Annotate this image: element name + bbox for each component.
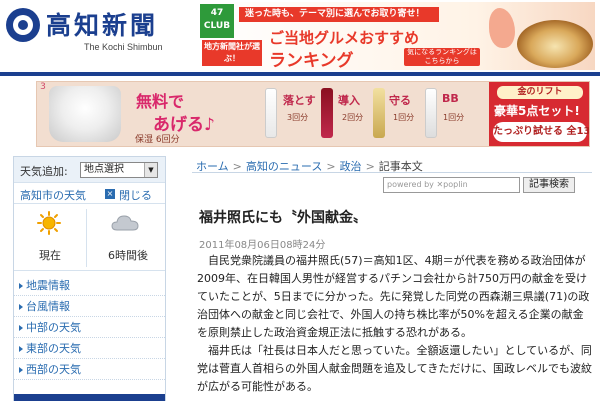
sidebar-link-label: 地震情報: [26, 279, 70, 292]
product-label-1: 落とす: [283, 94, 316, 107]
lift-offer-box[interactable]: 金のリフト 豪華5点セット! たっぷり試せる 全13回分!: [489, 82, 589, 146]
product-bottle-3: [373, 88, 385, 138]
arrow-right-icon: [19, 304, 23, 310]
gyoza-photo: [517, 20, 593, 68]
article-body: 自民党衆院議員の福井照氏(57)＝高知1区、4期＝が代表を務める政治団体が200…: [197, 252, 592, 396]
lift-offer-bottom: たっぷり試せる 全13回分!: [493, 122, 589, 142]
banner-free-text: 無料で: [136, 92, 185, 111]
weather-city-row: 高知市の天気 × 閉じる: [14, 184, 165, 204]
close-icon[interactable]: ×: [105, 189, 115, 199]
logo-subtitle: The Kochi Shimbun: [84, 42, 163, 52]
lift-offer-main: 豪華5点セット!: [494, 104, 580, 118]
weather-select-value: 地点選択: [84, 164, 124, 175]
sidebar-link-label: 台風情報: [26, 300, 70, 313]
product-bottle-4: [425, 88, 437, 138]
weather-now-label: 現在: [39, 249, 61, 262]
logo-text: 高知新聞: [46, 11, 159, 40]
sidebar-link-west-weather[interactable]: 西部の天気: [14, 359, 165, 380]
ad-club-badge: 47 CLUB: [200, 4, 234, 38]
site-logo[interactable]: 高知新聞 The Kochi Shimbun: [6, 6, 196, 56]
sidebar-link-central-weather[interactable]: 中部の天気: [14, 317, 165, 338]
cream-jar-image: [49, 86, 121, 142]
sidebar-link-typhoon[interactable]: 台風情報: [14, 296, 165, 317]
weather-6h-label: 6時間後: [108, 249, 148, 262]
sidebar-link-east-weather[interactable]: 東部の天気: [14, 338, 165, 359]
arrow-right-icon: [19, 346, 23, 352]
site-header: 高知新聞 The Kochi Shimbun 47 CLUB 迷った時も、テーマ…: [0, 0, 600, 78]
product-label-4: BB: [442, 92, 459, 105]
product-bottle-1: [265, 88, 277, 138]
weather-add-label: 天気追加:: [20, 165, 68, 178]
breadcrumb-divider: [192, 172, 592, 173]
article-title: 福井照氏にも〝外国献金〟: [199, 210, 367, 226]
cloud-icon: [111, 215, 139, 231]
sidebar-link-label: 中部の天気: [26, 321, 81, 334]
sidebar-link-earthquake[interactable]: 地震情報: [14, 275, 165, 296]
weather-add-row: 天気追加: 地点選択 ▼: [14, 157, 165, 183]
sidebar-news-tab[interactable]: [14, 394, 165, 401]
product-bottle-2: [321, 88, 333, 138]
newspaper-emblem-icon: [6, 8, 40, 42]
weather-sidebar: 天気追加: 地点選択 ▼ 高知市の天気 × 閉じる 現在 6時間後 地震情報 台: [13, 156, 166, 401]
article-date: 2011年08月06日08時24分: [199, 240, 326, 251]
article-search-input[interactable]: powered by ✕poplin: [383, 177, 520, 193]
product-sub-4: 1回分: [443, 113, 465, 122]
sidebar-links: 地震情報 台風情報 中部の天気 東部の天気 西部の天気: [14, 275, 165, 380]
ad-cta-button[interactable]: 気になるランキングはこちらから: [404, 48, 480, 66]
arrow-right-icon: [19, 367, 23, 373]
chevron-down-icon[interactable]: ▼: [144, 163, 157, 177]
arrow-right-icon: [19, 325, 23, 331]
header-divider: [0, 72, 600, 76]
sun-icon: [37, 211, 61, 235]
product-sub-2: 2回分: [342, 113, 364, 122]
weather-close-link[interactable]: 閉じる: [119, 187, 152, 203]
article-search-button[interactable]: 記事検索: [523, 177, 575, 193]
product-label-2: 導入: [338, 94, 360, 107]
lift-offer-title: 金のリフト: [497, 86, 583, 99]
ad-chip: 地方新聞社が選ぶ！: [202, 40, 262, 66]
article-paragraph: 福井氏は「社長は日本人だと思っていた。全額返還したい」としているが、同党は菅直人…: [197, 344, 593, 393]
gourmet-ranking-ad[interactable]: 47 CLUB 迷った時も、テーマ別に選んでお取り寄せ！ 地方新聞社が選ぶ！ ご…: [199, 2, 595, 70]
ad-slot-number: 3: [40, 82, 46, 92]
ad-tagline: 迷った時も、テーマ別に選んでお取り寄せ！: [239, 7, 439, 22]
weather-panel: 現在 6時間後: [14, 205, 165, 271]
product-sub-1: 3回分: [287, 113, 309, 122]
weather-city-link[interactable]: 高知市の天気: [20, 187, 86, 203]
japan-map-icon: [489, 8, 515, 48]
product-sub-3: 1回分: [393, 113, 415, 122]
weather-divider: [86, 209, 87, 267]
sidebar-link-label: 東部の天気: [26, 342, 81, 355]
banner-moisture-text: 保湿 6回分: [135, 135, 180, 145]
weather-location-select[interactable]: 地点選択 ▼: [80, 162, 158, 178]
ad-title-line1: ご当地グルメおすすめ: [269, 29, 420, 47]
cosmetics-banner-ad[interactable]: 3 無料で あげる♪ 保湿 6回分 落とす 3回分 導入 2回分 守る 1回分 …: [36, 81, 590, 147]
product-label-3: 守る: [389, 94, 411, 107]
article-paragraph: 自民党衆院議員の福井照氏(57)＝高知1区、4期＝が代表を務める政治団体が200…: [197, 254, 590, 339]
sidebar-link-label: 西部の天気: [26, 363, 81, 376]
arrow-right-icon: [19, 283, 23, 289]
ad-title-line2: ランキング: [269, 51, 354, 70]
